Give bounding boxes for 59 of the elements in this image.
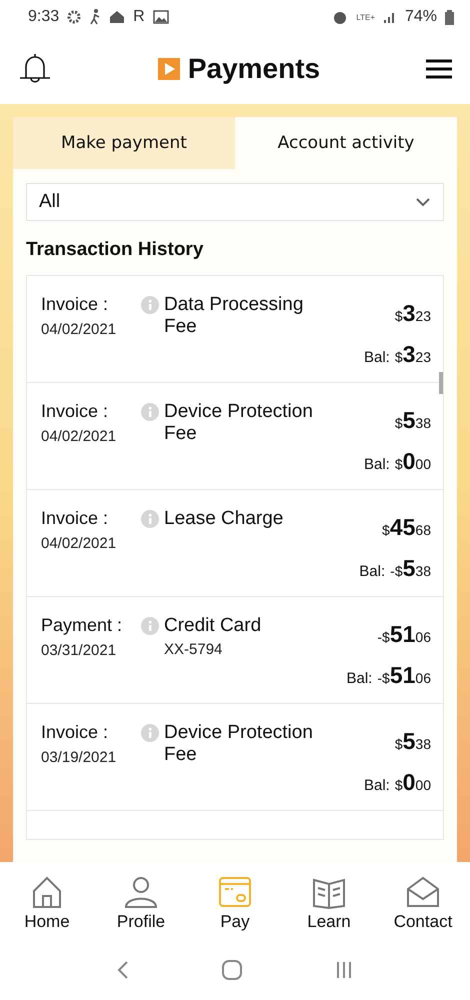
walking-person-icon [89,9,102,25]
balance-amount: -$5106 [377,662,431,689]
home-button-icon[interactable] [222,960,242,980]
clock-time: 9:33 [28,8,60,26]
balance-amount: $323 [394,341,431,368]
tab[interactable]: Make payment [13,117,235,169]
transaction-description: Data Processing Fee [164,294,304,338]
transaction-date: 03/31/2021 [41,642,118,659]
envelope-icon [405,874,441,910]
transaction-description: Device Protection Fee [164,722,314,766]
battery-icon [445,10,454,24]
back-icon[interactable] [116,960,129,980]
transaction-amount: $538 [394,407,431,434]
page-title: Payments [188,53,320,85]
balance-label: Bal: [364,349,390,366]
nav-item[interactable]: Learn [284,873,374,933]
home-status-icon [109,10,126,24]
balance-amount: $000 [394,769,431,796]
nav-item[interactable]: Pay [190,873,280,933]
nav-item[interactable]: Contact [378,873,468,933]
roaming-letter: R [133,8,145,26]
card-icon [217,874,253,910]
network-type: LTE+ [356,12,375,22]
play-logo-icon [158,58,180,80]
transaction-type: Payment : [41,615,124,636]
transaction-type: Invoice : [41,401,110,422]
scrollbar [439,372,443,394]
signal-icon [382,10,397,24]
person-icon [123,874,159,910]
transaction-type: Invoice : [41,722,110,743]
balance-label: Bal: [346,670,372,687]
balance-amount: $000 [394,448,431,475]
menu-icon[interactable] [426,59,452,79]
battery-percent: 74% [404,8,437,26]
nav-item[interactable]: Home [2,873,92,933]
balance-label: Bal: [359,563,386,580]
transaction-description: Lease Charge [164,508,284,530]
balance-amount: -$538 [390,555,431,582]
transaction-date: 03/19/2021 [41,749,118,766]
transaction-amount: $4568 [382,514,431,541]
nav-item[interactable]: Profile [96,873,186,933]
transaction-type: Invoice : [41,294,110,315]
transaction-amount: $323 [394,300,431,327]
card-number: XX-5794 [164,641,224,658]
transaction-amount: $538 [394,728,431,755]
section-heading: Transaction History [26,239,204,261]
transaction-description: Credit Card [164,615,262,637]
balance-label: Bal: [364,456,390,473]
image-icon [152,10,169,24]
filter-dropdown[interactable]: All [26,183,444,221]
chevron-down-icon [415,197,431,207]
transaction-date: 04/02/2021 [41,428,118,445]
transaction-description: Device Protection Fee [164,401,314,445]
transaction-date: 04/02/2021 [41,321,118,338]
transaction-type: Invoice : [41,508,110,529]
transaction-amount: -$5106 [377,621,431,648]
recent-apps-icon[interactable] [335,961,354,979]
balance-label: Bal: [364,777,390,794]
transaction-date: 04/02/2021 [41,535,118,552]
